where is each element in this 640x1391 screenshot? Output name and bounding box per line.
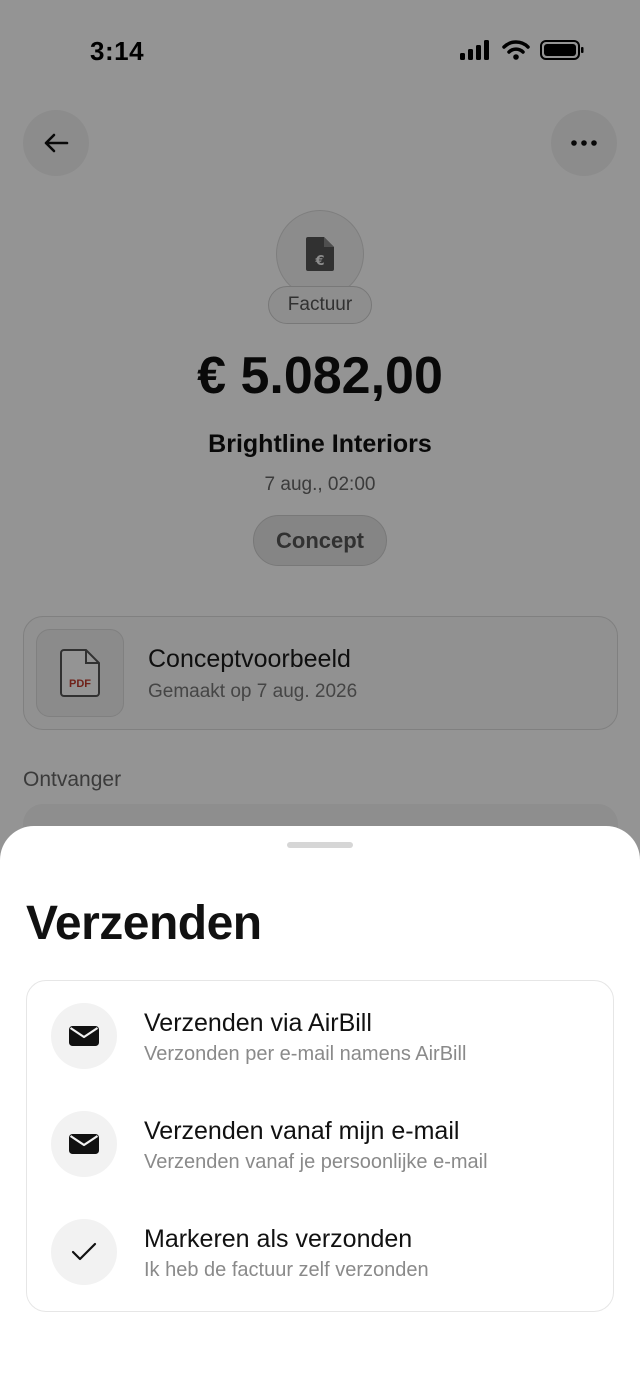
envelope-icon bbox=[69, 1026, 99, 1046]
option-icon-wrapper bbox=[51, 1111, 117, 1177]
checkmark-icon bbox=[71, 1242, 97, 1261]
option-mark-as-sent[interactable]: Markeren als verzonden Ik heb de factuur… bbox=[27, 1197, 615, 1297]
option-send-from-my-email[interactable]: Verzenden vanaf mijn e-mail Verzenden va… bbox=[27, 1089, 615, 1189]
send-bottom-sheet: Verzenden Verzenden via AirBill Verzonde… bbox=[0, 826, 640, 1391]
option-subtitle: Verzonden per e-mail namens AirBill bbox=[144, 1043, 467, 1065]
sheet-grabber[interactable] bbox=[287, 842, 353, 848]
option-send-via-airbill[interactable]: Verzenden via AirBill Verzonden per e-ma… bbox=[27, 981, 615, 1081]
option-title: Verzenden via AirBill bbox=[144, 1009, 372, 1037]
envelope-icon bbox=[69, 1134, 99, 1154]
sheet-title: Verzenden bbox=[26, 897, 262, 950]
option-icon-wrapper bbox=[51, 1219, 117, 1285]
send-options-list: Verzenden via AirBill Verzonden per e-ma… bbox=[26, 980, 614, 1312]
option-subtitle: Verzenden vanaf je persoonlijke e-mail bbox=[144, 1151, 488, 1173]
option-title: Verzenden vanaf mijn e-mail bbox=[144, 1117, 460, 1145]
option-icon-wrapper bbox=[51, 1003, 117, 1069]
option-subtitle: Ik heb de factuur zelf verzonden bbox=[144, 1259, 429, 1281]
option-title: Markeren als verzonden bbox=[144, 1225, 413, 1253]
